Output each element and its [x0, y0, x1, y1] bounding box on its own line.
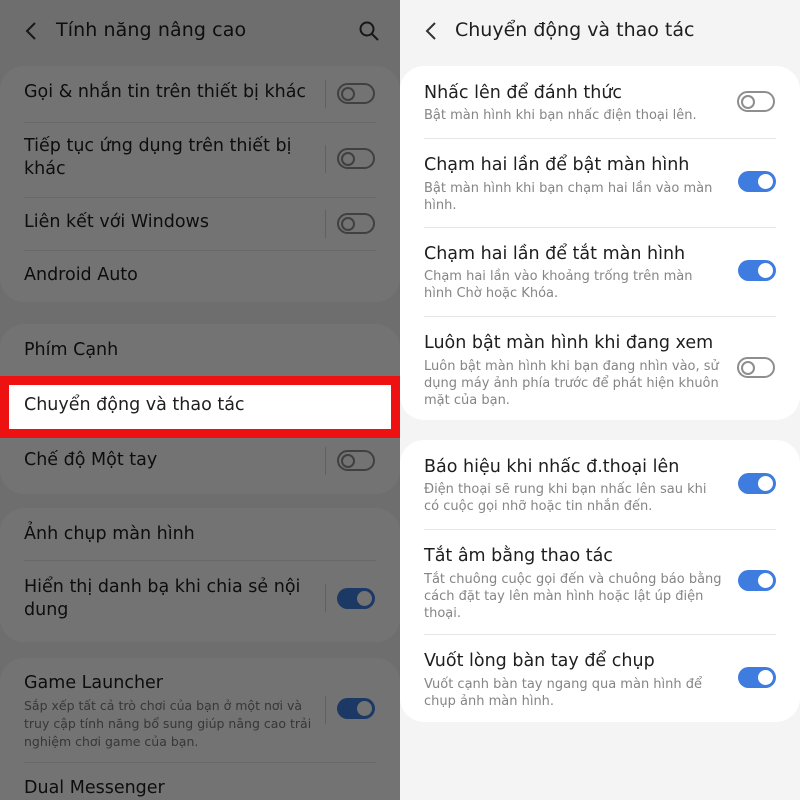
- toggle-switch[interactable]: [337, 698, 375, 719]
- list-item-continue-apps[interactable]: Tiếp tục ứng dụng trên thiết bị khác: [0, 123, 400, 197]
- list-item-description: Bật màn hình khi bạn nhấc điện thoại lên…: [424, 108, 697, 123]
- list-item-description: Chạm hai lần vào khoảng trống trên màn h…: [424, 269, 693, 301]
- highlighted-item-motions-gestures[interactable]: Chuyển động và thao tác: [0, 376, 400, 438]
- list-item-double-tap-off[interactable]: Chạm hai lần để tắt màn hình Chạm hai lầ…: [400, 228, 800, 316]
- toggle-switch[interactable]: [738, 570, 776, 591]
- list-item-description: Vuốt cạnh bàn tay ngang qua màn hình để …: [424, 677, 703, 709]
- settings-card-connections: Gọi & nhắn tin trên thiết bị khác Tiếp t…: [0, 66, 400, 302]
- list-item-label: Vuốt lòng bàn tay để chụp: [424, 651, 655, 671]
- toggle-switch[interactable]: [737, 357, 775, 378]
- divider: [325, 80, 326, 108]
- toggle-switch[interactable]: [738, 667, 776, 688]
- gesture-settings-card: Báo hiệu khi nhấc đ.thoại lên Điện thoại…: [400, 440, 800, 722]
- toggle-switch[interactable]: [337, 213, 375, 234]
- list-item-description: Điện thoại sẽ rung khi bạn nhấc lên sau …: [424, 482, 707, 514]
- list-item-description: Bật màn hình khi bạn chạm hai lần vào mà…: [424, 181, 713, 213]
- toggle-switch[interactable]: [738, 473, 776, 494]
- list-item-smart-alert[interactable]: Báo hiệu khi nhấc đ.thoại lên Điện thoại…: [400, 440, 800, 529]
- list-item-one-handed-mode[interactable]: Chế độ Một tay: [0, 435, 400, 494]
- settings-card-games: Game Launcher Sắp xếp tất cả trò chơi củ…: [0, 658, 400, 800]
- page-title: Tính năng nâng cao: [56, 19, 247, 41]
- list-item-description: Sắp xếp tất cả trò chơi của bạn ở một nơ…: [24, 698, 312, 749]
- search-icon[interactable]: [358, 20, 380, 42]
- list-item-label: Chạm hai lần để tắt màn hình: [424, 244, 686, 264]
- list-item-label: Ảnh chụp màn hình: [24, 524, 195, 544]
- list-item-calls-other-devices[interactable]: Gọi & nhắn tin trên thiết bị khác: [0, 66, 400, 122]
- list-item-double-tap-on[interactable]: Chạm hai lần để bật màn hình Bật màn hìn…: [400, 139, 800, 227]
- toggle-switch[interactable]: [337, 83, 375, 104]
- list-item-link-windows[interactable]: Liên kết với Windows: [0, 198, 400, 250]
- toggle-switch[interactable]: [337, 148, 375, 169]
- list-item-label: Android Auto: [24, 265, 138, 285]
- toggle-switch[interactable]: [337, 450, 375, 471]
- list-item-label: Nhấc lên để đánh thức: [424, 83, 623, 103]
- list-item-easy-mute[interactable]: Tắt âm bằng thao tác Tắt chuông cuộc gọi…: [400, 530, 800, 634]
- divider: [325, 210, 326, 238]
- list-item-label: Gọi & nhắn tin trên thiết bị khác: [24, 82, 307, 102]
- list-item-label: Tiếp tục ứng dụng trên thiết bị khác: [24, 136, 292, 179]
- list-item-label: Game Launcher: [24, 673, 163, 693]
- list-item-label: Phím Cạnh: [24, 340, 119, 360]
- list-item-label: Luôn bật màn hình khi đang xem: [424, 333, 714, 353]
- list-item-label: Hiển thị danh bạ khi chia sẻ nội dung: [24, 577, 301, 620]
- list-item-dual-messenger[interactable]: Dual Messenger: [0, 763, 400, 800]
- list-item-smart-stay[interactable]: Luôn bật màn hình khi đang xem Luôn bật …: [400, 317, 800, 420]
- list-item-lift-to-wake[interactable]: Nhấc lên để đánh thức Bật màn hình khi b…: [400, 66, 800, 138]
- toggle-switch[interactable]: [738, 171, 776, 192]
- list-item-edge-panels[interactable]: Phím Cạnh: [0, 324, 400, 378]
- list-item-label: Chế độ Một tay: [24, 450, 158, 470]
- page-title: Chuyển động và thao tác: [455, 19, 695, 41]
- list-item-label: Liên kết với Windows: [24, 212, 209, 232]
- divider: [325, 145, 326, 173]
- list-item-game-launcher[interactable]: Game Launcher Sắp xếp tất cả trò chơi củ…: [0, 658, 400, 762]
- list-item-label: Báo hiệu khi nhấc đ.thoại lên: [424, 457, 680, 477]
- list-item-label: Chạm hai lần để bật màn hình: [424, 155, 690, 175]
- toggle-switch[interactable]: [737, 91, 775, 112]
- list-item-android-auto[interactable]: Android Auto: [0, 251, 400, 302]
- motion-settings-card: Nhấc lên để đánh thức Bật màn hình khi b…: [400, 66, 800, 420]
- divider: [325, 447, 326, 475]
- back-arrow-icon[interactable]: [22, 20, 42, 42]
- list-item-description: Luôn bật màn hình khi bạn đang nhìn vào,…: [424, 359, 719, 408]
- list-item-share-contacts[interactable]: Hiển thị danh bạ khi chia sẻ nội dung: [0, 561, 400, 642]
- left-header: Tính năng nâng cao: [0, 0, 400, 62]
- divider: [325, 584, 326, 612]
- list-item-screenshots[interactable]: Ảnh chụp màn hình: [0, 508, 400, 560]
- settings-card-screenshots: Ảnh chụp màn hình Hiển thị danh bạ khi c…: [0, 508, 400, 642]
- list-item-label: Tắt âm bằng thao tác: [424, 546, 613, 566]
- list-item-label: Dual Messenger: [24, 778, 165, 798]
- left-panel: Tính năng nâng cao Gọi & nhắn tin trên t…: [0, 0, 400, 800]
- list-item-description: Tắt chuông cuộc gọi đến và chuông báo bằ…: [424, 572, 722, 621]
- toggle-switch[interactable]: [738, 260, 776, 281]
- divider: [325, 696, 326, 724]
- list-item-palm-swipe[interactable]: Vuốt lòng bàn tay để chụp Vuốt cạnh bàn …: [400, 635, 800, 722]
- back-arrow-icon[interactable]: [422, 20, 442, 42]
- list-item-label: Chuyển động và thao tác: [24, 395, 245, 415]
- toggle-switch[interactable]: [337, 588, 375, 609]
- right-panel: Chuyển động và thao tác Nhấc lên để đánh…: [400, 0, 800, 800]
